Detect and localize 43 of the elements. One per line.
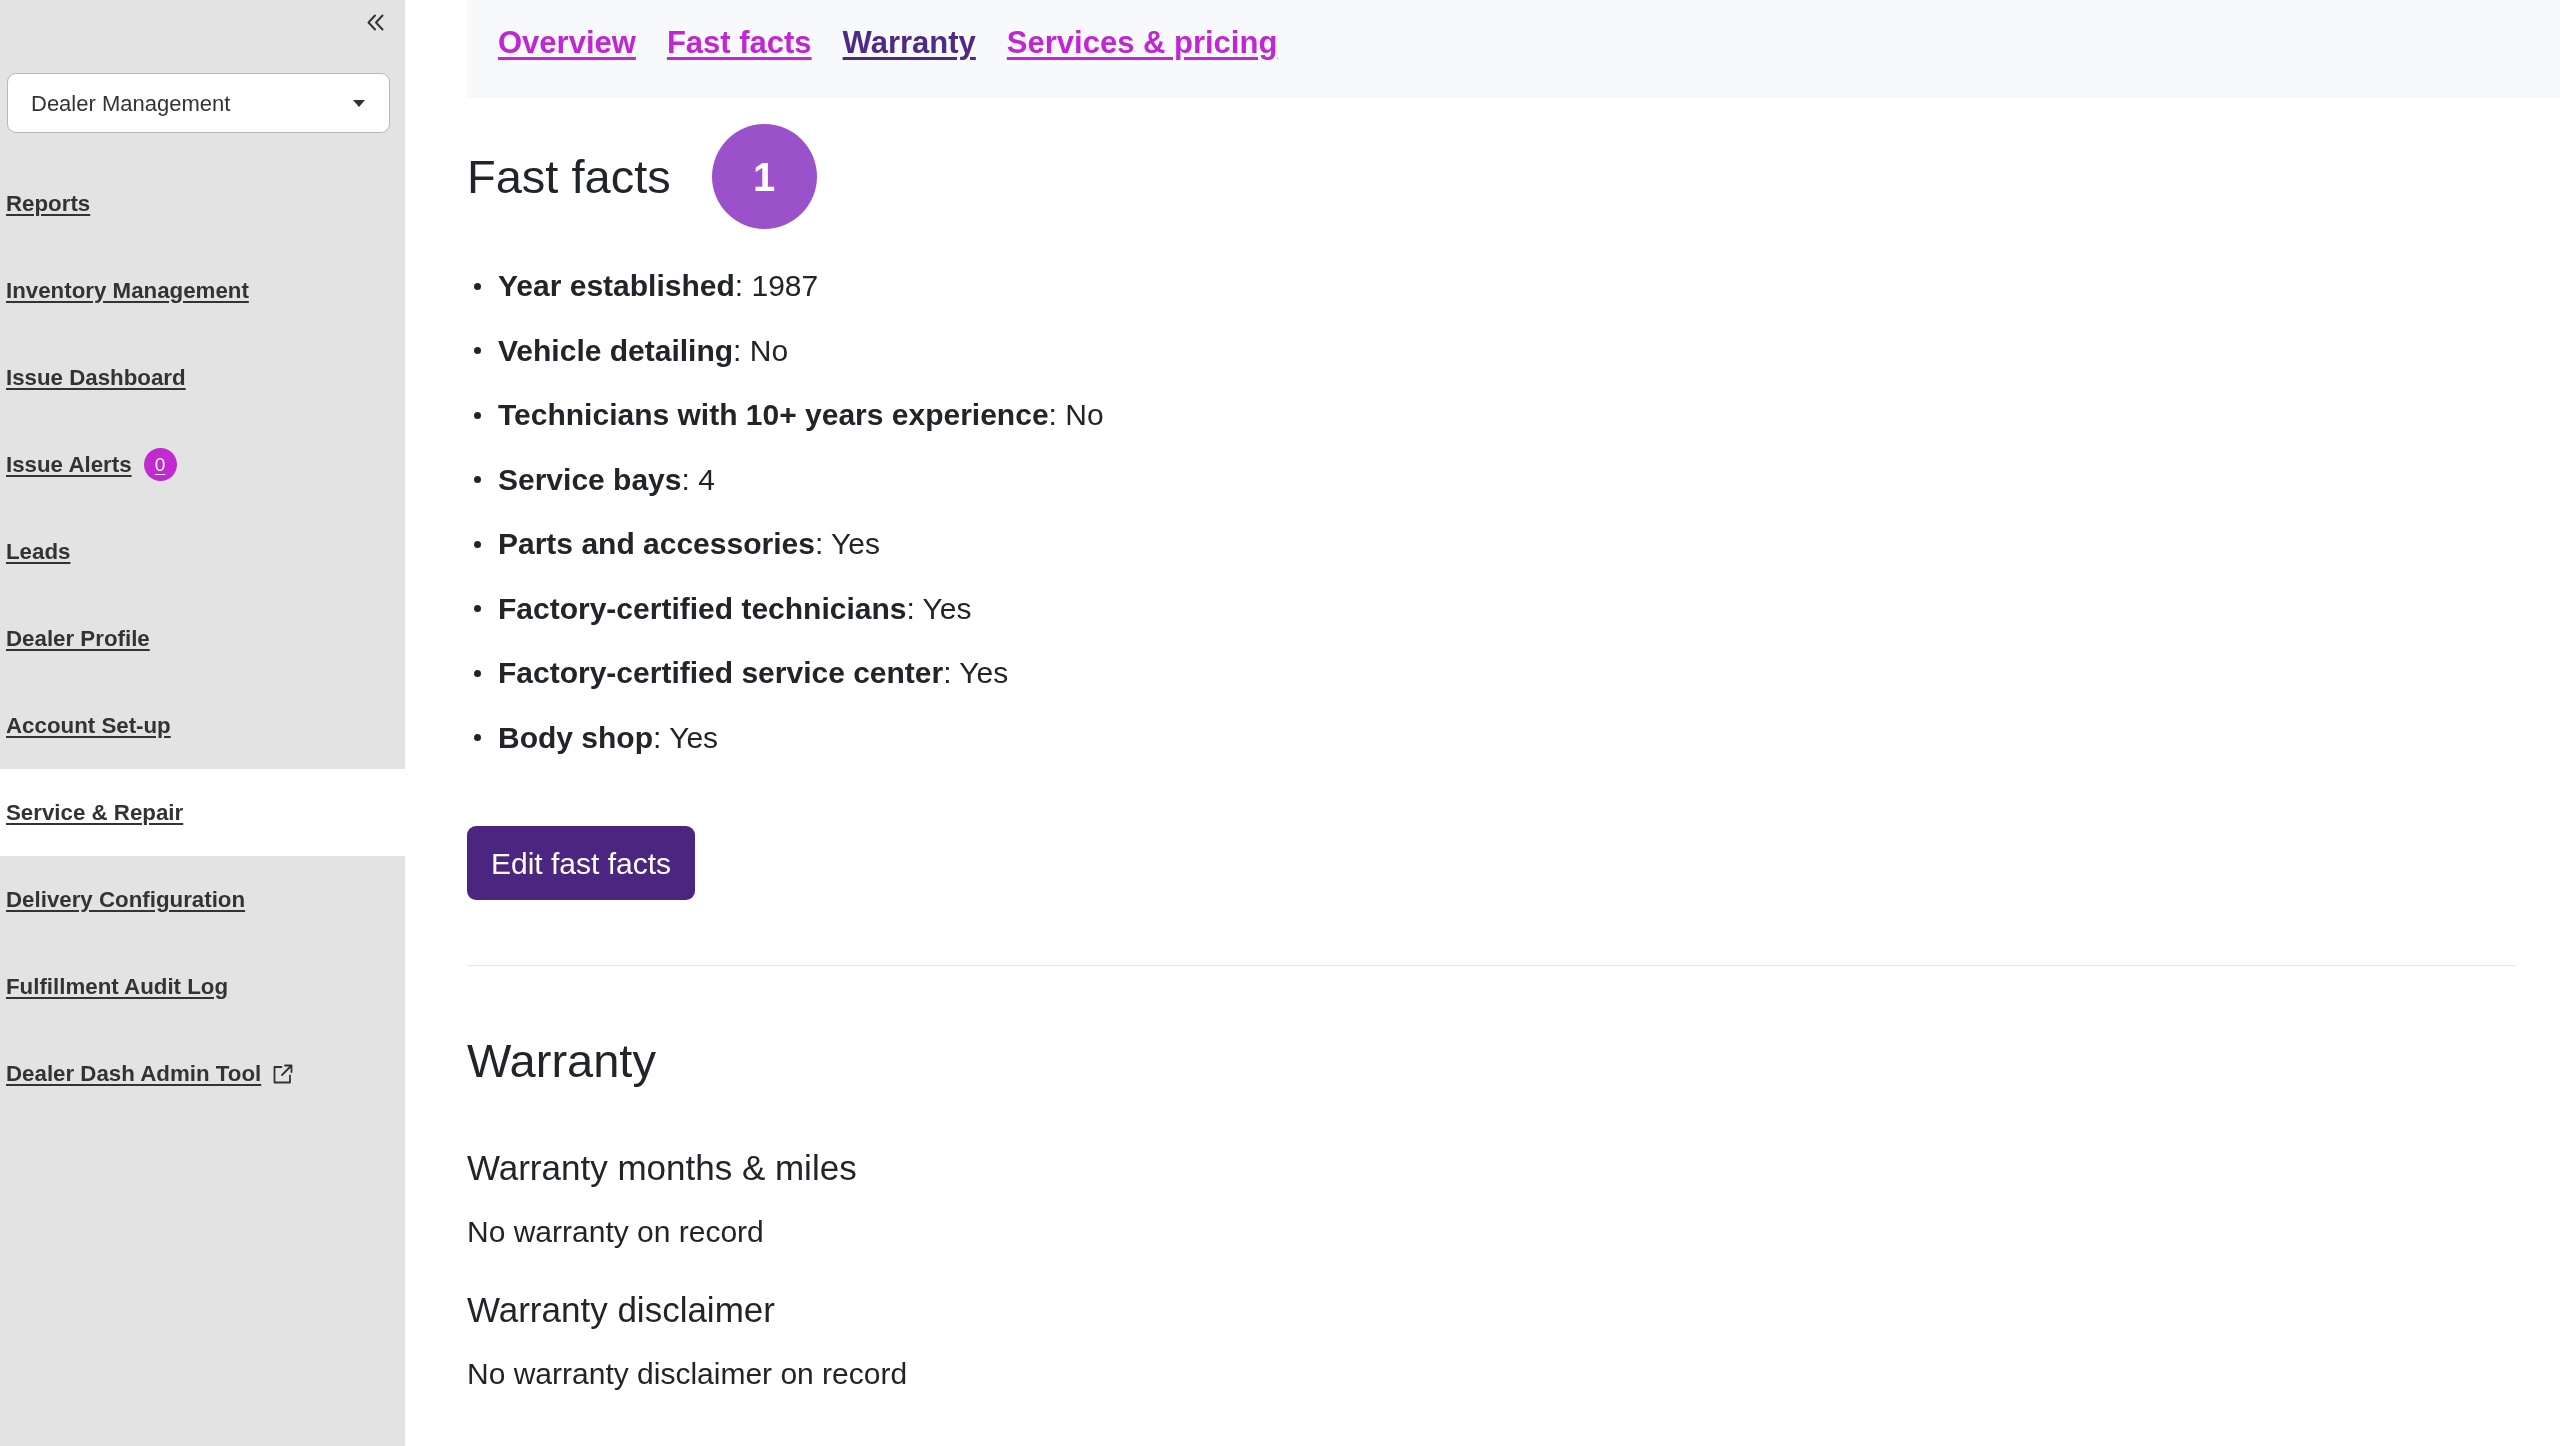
subsection-heading: Warranty disclaimer xyxy=(467,1289,775,1331)
nav-link[interactable]: Dealer Profile xyxy=(6,623,150,654)
fact-item: Factory-certified service center: Yes xyxy=(498,655,1009,692)
nav-link[interactable]: Service & Repair xyxy=(6,797,184,828)
fact-item: Body shop: Yes xyxy=(498,719,719,756)
tab[interactable]: Overview xyxy=(498,24,636,62)
fact-item: Year established: 1987 xyxy=(498,268,819,305)
section-heading: Warranty xyxy=(467,1033,656,1089)
nav-link[interactable]: Dealer Dash Admin Tool xyxy=(6,1058,294,1089)
caret-down-icon xyxy=(353,99,365,107)
bullet-icon xyxy=(474,734,481,742)
nav-link[interactable]: Delivery Configuration xyxy=(6,884,246,915)
bullet-icon xyxy=(474,282,481,290)
tab[interactable]: Fast facts xyxy=(666,24,812,62)
bullet-icon xyxy=(474,669,481,677)
edit-button[interactable]: Edit fast facts xyxy=(467,826,696,900)
fact-item: Service bays: 4 xyxy=(498,461,715,498)
number-badge: 1 xyxy=(711,124,817,229)
body-text: No warranty on record xyxy=(467,1214,764,1250)
subsection-heading: Warranty months & miles xyxy=(467,1147,857,1189)
bullet-icon xyxy=(474,540,481,548)
tab[interactable]: Services & pricing xyxy=(1006,24,1278,62)
bullet-icon xyxy=(474,347,481,355)
nav-link[interactable]: Account Set-up xyxy=(6,710,171,741)
bullet-icon xyxy=(474,411,481,419)
tab[interactable]: Warranty xyxy=(842,24,976,62)
nav-link[interactable]: Leads xyxy=(6,536,71,567)
nav-link[interactable]: Inventory Management xyxy=(6,275,249,306)
bullet-icon xyxy=(474,605,481,613)
fact-item: Technicians with 10+ years experience: No xyxy=(498,397,1104,434)
fact-item: Vehicle detailing: No xyxy=(498,332,789,369)
count-badge: 0 xyxy=(143,448,177,481)
nav-link[interactable]: Issue Dashboard xyxy=(6,362,186,393)
dropdown[interactable]: Dealer Management xyxy=(7,73,390,133)
fact-item: Parts and accessories: Yes xyxy=(498,526,880,563)
double-chevron-left-icon[interactable] xyxy=(367,13,384,31)
bullet-icon xyxy=(474,476,481,484)
nav-link[interactable]: Issue Alerts 0 xyxy=(6,448,177,481)
fact-item: Factory-certified technicians: Yes xyxy=(498,590,972,627)
nav-link[interactable]: Reports xyxy=(6,188,91,219)
nav-link[interactable]: Fulfillment Audit Log xyxy=(6,971,229,1002)
section-heading: Fast facts xyxy=(467,148,671,205)
body-text: No warranty disclaimer on record xyxy=(467,1356,908,1392)
